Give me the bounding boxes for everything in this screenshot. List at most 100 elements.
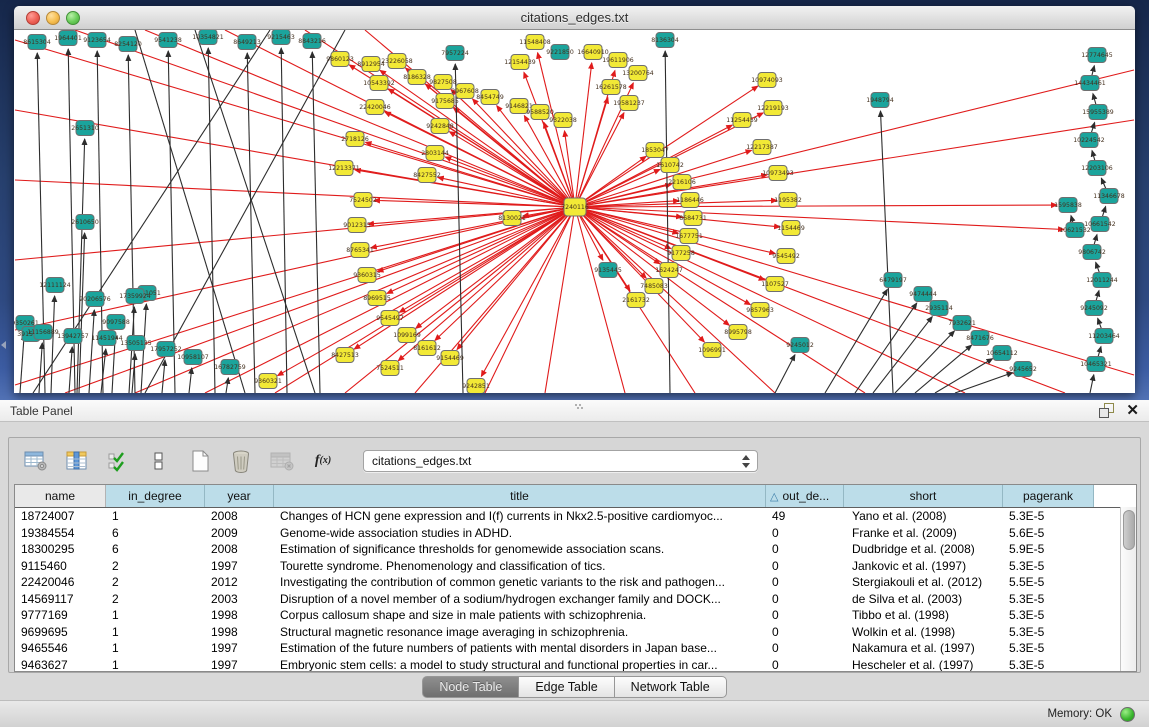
network-node[interactable]: 1186446 <box>676 193 704 208</box>
column-header-in_degree[interactable]: in_degree <box>106 485 205 507</box>
network-node[interactable]: 9245652 <box>1009 362 1037 377</box>
close-panel-icon[interactable]: ✕ <box>1126 404 1139 418</box>
new-document-icon[interactable] <box>187 449 213 473</box>
network-edge[interactable] <box>226 378 228 393</box>
network-node[interactable]: 11203464 <box>1088 329 1120 344</box>
network-node[interactable]: 19581237 <box>613 96 645 111</box>
network-edge[interactable] <box>915 345 972 393</box>
table-cell[interactable]: Disruption of a novel member of a sodium… <box>274 591 766 608</box>
network-node[interactable]: 7240116 <box>561 198 589 216</box>
network-edge[interactable] <box>354 207 575 349</box>
network-edge[interactable] <box>880 111 893 393</box>
table-cell[interactable]: 5.3E-5 <box>1003 624 1094 641</box>
network-edge[interactable] <box>873 317 932 393</box>
network-node[interactable]: 12111124 <box>39 278 71 293</box>
network-node[interactable]: 1964401 <box>54 31 82 46</box>
tab-network-table[interactable]: Network Table <box>615 676 727 698</box>
network-edge[interactable] <box>575 205 1057 207</box>
network-edge[interactable] <box>575 70 1134 207</box>
network-edge[interactable] <box>665 51 670 393</box>
network-node[interactable]: 7485083 <box>640 279 668 294</box>
network-node[interactable]: 13505135 <box>120 336 152 351</box>
network-node[interactable]: 10973493 <box>762 166 794 181</box>
network-node[interactable]: 13942757 <box>57 329 89 344</box>
network-edge[interactable] <box>15 207 575 330</box>
network-node[interactable]: 2803144 <box>421 146 449 161</box>
table-cell[interactable]: 9699695 <box>15 624 106 641</box>
table-cell[interactable]: 2 <box>106 574 205 591</box>
table-row[interactable]: 1872400712008Changes of HCN gene express… <box>15 508 1136 525</box>
network-node[interactable]: 2610650 <box>71 215 99 230</box>
splitter-grip[interactable] <box>575 404 583 409</box>
tab-edge-table[interactable]: Edge Table <box>519 676 614 698</box>
network-node[interactable]: 15955389 <box>1082 105 1114 120</box>
table-cell[interactable]: 1 <box>106 508 205 525</box>
column-header-title[interactable]: title <box>274 485 766 507</box>
table-cell[interactable]: 5.3E-5 <box>1003 607 1094 624</box>
network-node[interactable]: 7957224 <box>441 46 469 61</box>
network-node[interactable]: 8969515 <box>363 291 391 306</box>
zoom-window-button[interactable] <box>66 11 80 25</box>
network-edge[interactable] <box>398 207 575 361</box>
network-node[interactable]: 9474444 <box>909 287 937 302</box>
table-cell[interactable]: 1 <box>106 624 205 641</box>
table-cell[interactable]: Estimation of the future numbers of pati… <box>274 640 766 657</box>
table-cell[interactable]: 5.3E-5 <box>1003 657 1094 673</box>
table-cell[interactable]: Franke et al. (2009) <box>844 525 1003 542</box>
network-node[interactable]: 7932621 <box>948 316 976 331</box>
table-cell[interactable]: 9463627 <box>15 657 106 673</box>
network-node[interactable]: 8454749 <box>476 90 504 105</box>
network-node[interactable]: 12213371 <box>328 161 360 176</box>
network-edge[interactable] <box>162 360 165 393</box>
table-row[interactable]: 946362711997Embryonic stem cells: a mode… <box>15 657 1136 673</box>
network-edge[interactable] <box>89 310 94 393</box>
table-cell[interactable]: Embryonic stem cells: a model to study s… <box>274 657 766 673</box>
network-graph[interactable]: 9860123891295423226058105433928186328982… <box>14 30 1135 393</box>
network-edge[interactable] <box>69 347 72 393</box>
network-node[interactable]: 9135445 <box>594 263 622 278</box>
network-node[interactable]: 9221850 <box>546 45 574 60</box>
table-cell[interactable]: 5.3E-5 <box>1003 640 1094 657</box>
table-cell[interactable]: 2008 <box>205 508 274 525</box>
delete-icon[interactable] <box>228 449 254 473</box>
table-cell[interactable]: 0 <box>766 640 844 657</box>
column-header-short[interactable]: short <box>844 485 1003 507</box>
tab-node-table[interactable]: Node Table <box>422 676 519 698</box>
table-cell[interactable]: 5.5E-5 <box>1003 574 1094 591</box>
table-cell[interactable]: 0 <box>766 574 844 591</box>
table-cell[interactable]: Dudbridge et al. (2008) <box>844 541 1003 558</box>
table-row[interactable]: 1830029562008Estimation of significance … <box>15 541 1136 558</box>
network-node[interactable]: 10224542 <box>1073 133 1105 148</box>
network-node[interactable]: 12011244 <box>1086 273 1118 288</box>
network-node[interactable]: 2651310 <box>71 121 99 136</box>
column-header-pagerank[interactable]: pagerank <box>1003 485 1094 507</box>
network-node[interactable]: 10354821 <box>192 30 224 45</box>
table-cell[interactable]: 1 <box>106 607 205 624</box>
network-edge[interactable] <box>75 30 575 207</box>
panel-collapse-arrow-icon[interactable] <box>1 341 6 349</box>
window-titlebar[interactable]: citations_edges.txt <box>14 6 1135 30</box>
network-node[interactable]: 1595838 <box>1054 198 1082 213</box>
table-cell[interactable]: 0 <box>766 525 844 542</box>
table-cell[interactable]: Hescheler et al. (1997) <box>844 657 1003 673</box>
network-node[interactable]: 8136304 <box>651 33 679 48</box>
column-header-name[interactable]: name <box>15 485 106 507</box>
network-edge[interactable] <box>575 63 592 207</box>
network-node[interactable]: 8427513 <box>331 348 359 363</box>
table-cell[interactable]: 2 <box>106 591 205 608</box>
float-panel-icon[interactable] <box>1099 403 1114 418</box>
table-cell[interactable]: 5.3E-5 <box>1003 591 1094 608</box>
network-node[interactable]: 1096991 <box>698 343 726 358</box>
function-builder-icon[interactable]: f(x) <box>310 449 336 473</box>
network-node[interactable]: 10958107 <box>177 350 209 365</box>
network-edge[interactable] <box>1090 375 1094 393</box>
table-cell[interactable]: 1997 <box>205 558 274 575</box>
network-edge[interactable] <box>416 207 575 328</box>
network-node[interactable]: 10974093 <box>751 73 783 88</box>
network-node[interactable]: 8995798 <box>724 325 752 340</box>
table-cell[interactable]: 0 <box>766 607 844 624</box>
network-node[interactable]: 1154469 <box>777 221 805 236</box>
network-edge[interactable] <box>435 207 575 340</box>
network-node[interactable]: 11548408 <box>519 35 551 50</box>
row-height-icon[interactable] <box>146 449 172 473</box>
